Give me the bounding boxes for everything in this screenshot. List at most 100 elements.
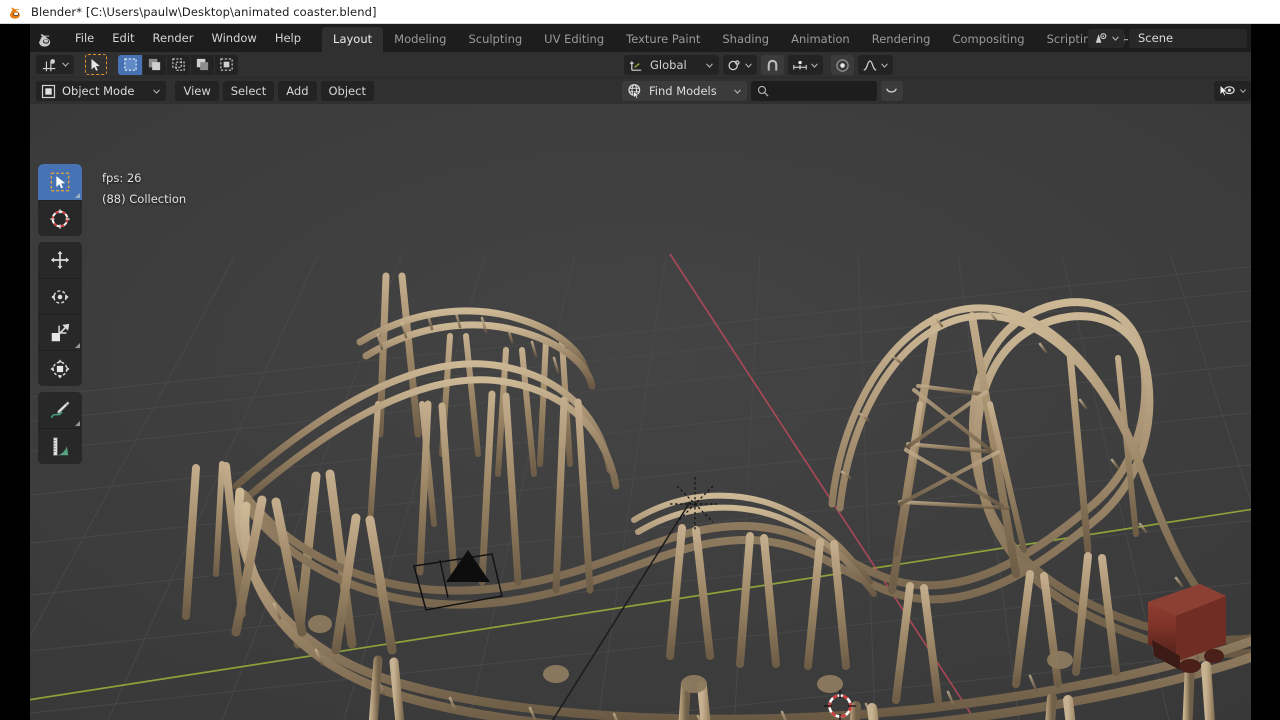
interaction-mode-dropdown[interactable]: Object Mode xyxy=(36,81,167,101)
select-mode-subtract[interactable] xyxy=(190,54,214,75)
falloff-smooth-icon xyxy=(863,59,877,71)
blender-application: File Edit Render Window Help Layout Mode… xyxy=(30,24,1251,720)
tab-uv-editing[interactable]: UV Editing xyxy=(533,27,615,52)
letterbox-right xyxy=(1251,24,1280,720)
search-field-wrapper[interactable] xyxy=(750,81,877,101)
chevron-down-icon xyxy=(886,88,898,93)
object-mode-icon xyxy=(41,84,56,98)
find-models-label: Find Models xyxy=(649,84,717,98)
menu-help[interactable]: Help xyxy=(266,28,310,48)
3d-viewport[interactable]: fps: 26 (88) Collection xyxy=(30,104,1251,720)
menu-render[interactable]: Render xyxy=(144,28,203,48)
tab-sculpting[interactable]: Sculpting xyxy=(457,27,533,52)
chevron-down-icon xyxy=(810,63,818,68)
chevron-down-icon xyxy=(1240,89,1246,94)
transform-pivot-dropdown[interactable] xyxy=(36,55,74,74)
search-expand-button[interactable] xyxy=(880,81,903,101)
tool-move[interactable] xyxy=(38,242,82,278)
proportional-editing-toggle[interactable] xyxy=(830,55,854,75)
screen: Blender* [C:\Users\paulw\Desktop\animate… xyxy=(0,0,1280,720)
selectability-visibility-button[interactable] xyxy=(1214,81,1251,101)
tab-rendering[interactable]: Rendering xyxy=(861,27,942,52)
proportional-editing-icon xyxy=(836,58,849,72)
search-icon xyxy=(757,85,769,97)
blender-logo-icon[interactable] xyxy=(38,30,55,47)
tool-scale[interactable] xyxy=(38,314,82,350)
search-input[interactable] xyxy=(774,84,871,98)
select-subtract-icon xyxy=(196,58,209,71)
menu-view[interactable]: View xyxy=(175,81,219,101)
tool-measure[interactable] xyxy=(38,428,82,464)
chevron-down-icon xyxy=(880,63,888,68)
tool-submenu-corner xyxy=(75,343,80,348)
menu-window[interactable]: Window xyxy=(202,28,265,48)
chevron-down-icon xyxy=(705,63,713,68)
snap-magnet-toggle[interactable] xyxy=(760,55,784,75)
find-models-cluster: Find Models xyxy=(622,81,903,101)
pivot-point-dropdown[interactable] xyxy=(722,55,757,75)
tab-texture-paint[interactable]: Texture Paint xyxy=(615,27,711,52)
workspace-tabs: Layout Modeling Sculpting UV Editing Tex… xyxy=(322,24,1138,52)
chevron-down-icon xyxy=(744,63,752,68)
snap-target-dropdown[interactable] xyxy=(787,55,823,75)
tool-group-transform xyxy=(38,242,82,386)
tool-cursor[interactable] xyxy=(38,200,82,236)
tool-submenu-corner xyxy=(75,421,80,426)
3d-viewport-editor: Global Object Mode View Select Add Objec… xyxy=(30,52,1251,720)
transform-orientation-dropdown[interactable]: Global xyxy=(624,55,719,75)
menu-object[interactable]: Object xyxy=(320,81,374,101)
tweak-cursor-icon xyxy=(91,58,100,71)
snap-increment-icon xyxy=(792,60,807,69)
menu-add[interactable]: Add xyxy=(278,81,317,101)
scene-data-icon xyxy=(1095,32,1107,43)
measure-ruler-icon xyxy=(53,436,69,456)
snap-magnet-icon xyxy=(767,59,777,71)
select-mode-set[interactable] xyxy=(142,54,166,75)
select-difference-icon xyxy=(220,58,233,71)
viewport-header-right xyxy=(1214,81,1251,101)
blender-logo-icon xyxy=(10,7,20,19)
chevron-down-icon xyxy=(62,62,69,67)
tool-group-select xyxy=(38,164,82,236)
tool-transform[interactable] xyxy=(38,350,82,386)
tool-settings-bar: Global xyxy=(30,52,1251,78)
proportional-falloff-dropdown[interactable] xyxy=(857,55,893,75)
chevron-down-icon xyxy=(734,89,741,94)
find-models-dropdown[interactable]: Find Models xyxy=(622,81,747,101)
scale-icon xyxy=(51,323,70,341)
select-extend-icon xyxy=(172,58,185,71)
transform-pivot-icon xyxy=(42,58,56,71)
scene-name-field[interactable]: Scene xyxy=(1129,28,1247,48)
orientation-global-icon xyxy=(629,60,642,71)
tool-select-box[interactable] xyxy=(38,164,82,200)
select-mode-extend[interactable] xyxy=(166,54,190,75)
tool-rotate[interactable] xyxy=(38,278,82,314)
tool-group-annotate xyxy=(38,392,82,464)
select-box-cursor-icon xyxy=(50,172,70,192)
menu-edit[interactable]: Edit xyxy=(103,28,143,48)
select-visibility-eye-icon xyxy=(1219,84,1235,96)
tab-modeling[interactable]: Modeling xyxy=(383,27,457,52)
window-titlebar: Blender* [C:\Users\paulw\Desktop\animate… xyxy=(0,0,1280,24)
rotate-icon xyxy=(51,289,69,304)
active-tool-button[interactable] xyxy=(85,54,107,75)
scene-browse-button[interactable] xyxy=(1088,28,1124,48)
letterbox-left xyxy=(0,24,30,720)
move-arrows-icon xyxy=(50,250,70,270)
chevron-down-icon xyxy=(1112,36,1119,41)
select-mode-box[interactable] xyxy=(118,54,142,75)
select-mode-group xyxy=(118,54,238,75)
annotate-pencil-icon xyxy=(50,401,70,419)
tool-annotate[interactable] xyxy=(38,392,82,428)
find-models-globe-icon xyxy=(628,84,641,99)
tab-compositing[interactable]: Compositing xyxy=(941,27,1035,52)
select-mode-difference[interactable] xyxy=(214,54,238,75)
menu-file[interactable]: File xyxy=(66,28,103,48)
3d-cursor-icon xyxy=(50,208,70,229)
tab-animation[interactable]: Animation xyxy=(780,27,861,52)
select-set-icon xyxy=(148,58,161,71)
tab-layout[interactable]: Layout xyxy=(322,27,384,52)
menu-select[interactable]: Select xyxy=(222,81,275,101)
tool-submenu-corner xyxy=(75,193,80,198)
tab-shading[interactable]: Shading xyxy=(711,27,780,52)
